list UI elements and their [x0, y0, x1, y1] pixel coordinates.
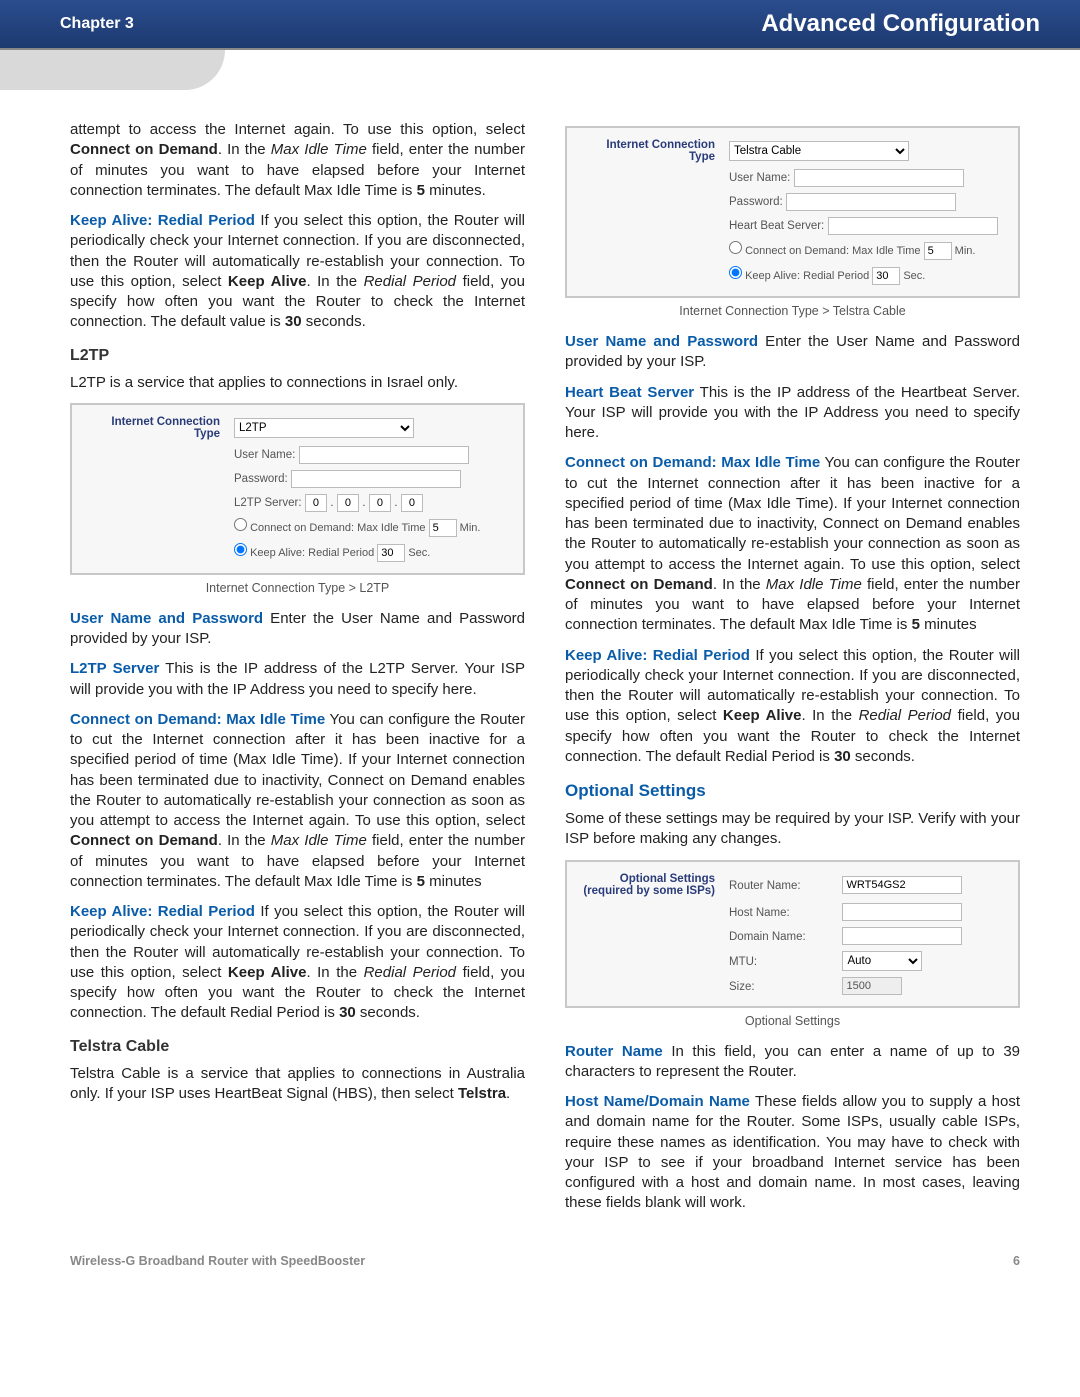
mtu-select[interactable]: Auto: [842, 951, 922, 971]
page-title: Advanced Configuration: [761, 10, 1040, 38]
para: User Name and Password Enter the User Na…: [70, 609, 525, 650]
pass-input[interactable]: [786, 193, 956, 211]
pass-input[interactable]: [291, 470, 461, 488]
para: attempt to access the Internet again. To…: [70, 120, 525, 201]
cod-radio[interactable]: [729, 241, 742, 254]
para: Some of these settings may be required b…: [565, 809, 1020, 850]
host-name-input[interactable]: [842, 903, 962, 921]
screenshot-optional: Optional Settings(required by some ISPs)…: [565, 860, 1020, 1008]
ict-select[interactable]: L2TP: [234, 418, 414, 438]
tab-decor: [0, 50, 225, 90]
header-bar: Chapter 3 Advanced Configuration: [0, 0, 1080, 50]
screenshot-telstra: Internet Connection Type Telstra Cable U…: [565, 126, 1020, 298]
para: L2TP is a service that applies to connec…: [70, 373, 525, 393]
hbs-input[interactable]: [828, 217, 998, 235]
para: User Name and Password Enter the User Na…: [565, 332, 1020, 373]
caption-optional: Optional Settings: [565, 1014, 1020, 1028]
heading-l2tp: L2TP: [70, 347, 525, 365]
cod-value[interactable]: [924, 242, 952, 260]
domain-name-input[interactable]: [842, 927, 962, 945]
para: Connect on Demand: Max Idle Time You can…: [70, 710, 525, 892]
para: Keep Alive: Redial Period If you select …: [70, 902, 525, 1024]
para: Keep Alive: Redial Period If you select …: [565, 646, 1020, 768]
cod-radio[interactable]: [234, 518, 247, 531]
right-column: Internet Connection Type Telstra Cable U…: [565, 120, 1020, 1224]
para: L2TP Server This is the IP address of th…: [70, 659, 525, 700]
footer: Wireless-G Broadband Router with SpeedBo…: [0, 1224, 1080, 1268]
user-input[interactable]: [794, 169, 964, 187]
heading-optional: Optional Settings: [565, 781, 1020, 801]
para: Host Name/Domain Name These fields allow…: [565, 1092, 1020, 1214]
ip-oct[interactable]: [369, 494, 391, 512]
footer-product: Wireless-G Broadband Router with SpeedBo…: [70, 1254, 365, 1268]
left-column: attempt to access the Internet again. To…: [70, 120, 525, 1224]
screenshot-l2tp: Internet Connection Type L2TP User Name:…: [70, 403, 525, 575]
ka-radio[interactable]: [234, 543, 247, 556]
chapter-label: Chapter 3: [60, 15, 134, 33]
user-input[interactable]: [299, 446, 469, 464]
size-input: [842, 977, 902, 995]
caption-telstra: Internet Connection Type > Telstra Cable: [565, 304, 1020, 318]
para: Heart Beat Server This is the IP address…: [565, 383, 1020, 444]
cod-value[interactable]: [429, 519, 457, 537]
caption-l2tp: Internet Connection Type > L2TP: [70, 581, 525, 595]
ka-value[interactable]: [872, 267, 900, 285]
para: Router Name In this field, you can enter…: [565, 1042, 1020, 1083]
router-name-input[interactable]: [842, 876, 962, 894]
ip-oct[interactable]: [401, 494, 423, 512]
ip-oct[interactable]: [305, 494, 327, 512]
para: Connect on Demand: Max Idle Time You can…: [565, 453, 1020, 635]
ka-radio[interactable]: [729, 266, 742, 279]
heading-telstra: Telstra Cable: [70, 1038, 525, 1056]
ka-value[interactable]: [377, 544, 405, 562]
ict-select[interactable]: Telstra Cable: [729, 141, 909, 161]
para: Telstra Cable is a service that applies …: [70, 1064, 525, 1105]
ip-oct[interactable]: [337, 494, 359, 512]
page-number: 6: [1013, 1254, 1020, 1268]
para: Keep Alive: Redial Period If you select …: [70, 211, 525, 333]
